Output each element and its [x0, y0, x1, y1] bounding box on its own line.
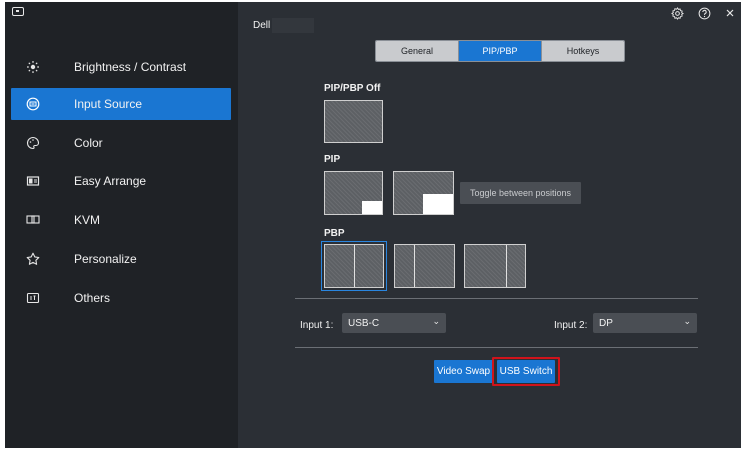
input1-value: USB-C	[348, 317, 380, 329]
others-icon	[25, 290, 41, 306]
chevron-down-icon: ⌄	[432, 316, 440, 326]
tab-hotkeys[interactable]: Hotkeys	[542, 41, 624, 61]
section-title-pbp: PBP	[324, 228, 345, 239]
layout-off-thumbnail[interactable]	[324, 100, 383, 143]
toggle-positions-button[interactable]: Toggle between positions	[460, 182, 581, 204]
sidebar-item-personalize[interactable]: Personalize	[11, 243, 231, 275]
sidebar-item-label: Color	[74, 136, 103, 150]
input1-label: Input 1:	[300, 320, 334, 331]
usb-switch-button[interactable]: USB Switch	[497, 360, 555, 383]
tab-bar: General PIP/PBP Hotkeys	[375, 40, 625, 62]
sun-icon	[25, 59, 41, 75]
gear-icon[interactable]	[670, 6, 684, 20]
pbp-right-narrow-thumbnail[interactable]	[464, 244, 526, 288]
divider	[295, 298, 698, 299]
section-title-pip-pbp-off: PIP/PBP Off	[324, 83, 381, 94]
sidebar-item-others[interactable]: Others	[11, 282, 231, 314]
chevron-down-icon: ⌄	[683, 316, 691, 326]
sidebar-item-label: Others	[74, 291, 111, 305]
device-name: Dell	[253, 20, 271, 31]
divider	[295, 347, 698, 348]
sidebar-item-label: Personalize	[74, 252, 137, 266]
sidebar-item-easy-arrange[interactable]: Easy Arrange	[11, 165, 231, 197]
app-window: Brightness / Contrast Input Source Color…	[5, 2, 741, 448]
sidebar-item-label: Brightness / Contrast	[74, 60, 187, 74]
pbp-half-thumbnail[interactable]	[321, 241, 387, 291]
palette-icon	[25, 135, 41, 151]
video-swap-button[interactable]: Video Swap	[434, 360, 493, 383]
pip-large-thumbnail[interactable]	[393, 171, 454, 215]
sidebar-item-brightness-contrast[interactable]: Brightness / Contrast	[11, 51, 231, 83]
input-source-icon	[25, 96, 41, 112]
kvm-icon	[25, 212, 41, 228]
close-icon[interactable]	[723, 6, 737, 20]
sidebar-item-kvm[interactable]: KVM	[11, 204, 231, 236]
sidebar-item-label: Easy Arrange	[74, 174, 147, 188]
star-icon	[25, 251, 41, 267]
main-panel: Dell General PIP/PBP Hotkeys PIP/PBP Off…	[238, 2, 741, 448]
sidebar-item-label: Input Source	[74, 97, 143, 111]
layout-icon	[25, 173, 41, 189]
tab-general[interactable]: General	[376, 41, 459, 61]
input2-dropdown[interactable]: DP ⌄	[593, 313, 697, 333]
sidebar-item-label: KVM	[74, 213, 101, 227]
sidebar-item-input-source[interactable]: Input Source	[11, 88, 231, 120]
sidebar: Brightness / Contrast Input Source Color…	[5, 2, 238, 448]
pbp-left-narrow-thumbnail[interactable]	[394, 244, 455, 288]
tab-pip-pbp[interactable]: PIP/PBP	[459, 41, 542, 61]
help-icon[interactable]	[697, 6, 711, 20]
sidebar-item-color[interactable]: Color	[11, 127, 231, 159]
section-title-pip: PIP	[324, 154, 341, 165]
device-selector[interactable]	[272, 18, 314, 33]
input1-dropdown[interactable]: USB-C ⌄	[342, 313, 446, 333]
pip-small-thumbnail[interactable]	[324, 171, 383, 215]
input2-label: Input 2:	[554, 320, 588, 331]
app-logo-icon	[12, 7, 24, 16]
input2-value: DP	[599, 317, 613, 329]
